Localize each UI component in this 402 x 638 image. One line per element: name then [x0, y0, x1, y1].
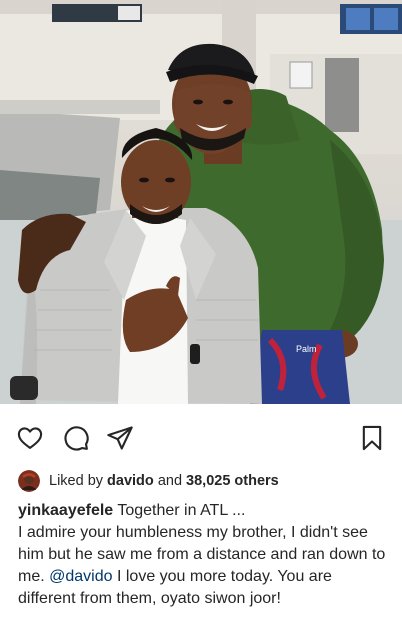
comment-icon: [64, 426, 89, 451]
likes-count[interactable]: 38,025 others: [186, 473, 279, 489]
liked-by-user[interactable]: davido: [107, 473, 154, 489]
liked-by-text: Liked by davido and 38,025 others: [49, 473, 279, 489]
post-action-bar: [0, 404, 402, 462]
caption-username[interactable]: yinkaayefele: [18, 502, 113, 519]
post-caption: yinkaayefele Together in ATL ... I admir…: [18, 500, 390, 610]
hoodie-text: Palm: [296, 344, 317, 354]
liked-by-row[interactable]: Liked by davido and 38,025 others: [18, 469, 388, 493]
liked-by-prefix: Liked by: [49, 473, 104, 489]
heart-icon: [17, 427, 43, 449]
share-icon: [107, 426, 133, 450]
comment-button[interactable]: [62, 424, 90, 452]
save-button[interactable]: [358, 424, 386, 452]
post-photo[interactable]: Palm: [0, 0, 402, 404]
airport-scene: Palm: [0, 0, 402, 404]
liker-avatar: [18, 470, 40, 492]
like-button[interactable]: [16, 424, 44, 452]
liked-by-and: and: [157, 473, 183, 489]
share-button[interactable]: [106, 424, 134, 452]
caption-first-line: Together in ATL ...: [117, 502, 246, 519]
caption-mention[interactable]: @davido: [49, 568, 112, 585]
bookmark-icon: [362, 425, 382, 451]
